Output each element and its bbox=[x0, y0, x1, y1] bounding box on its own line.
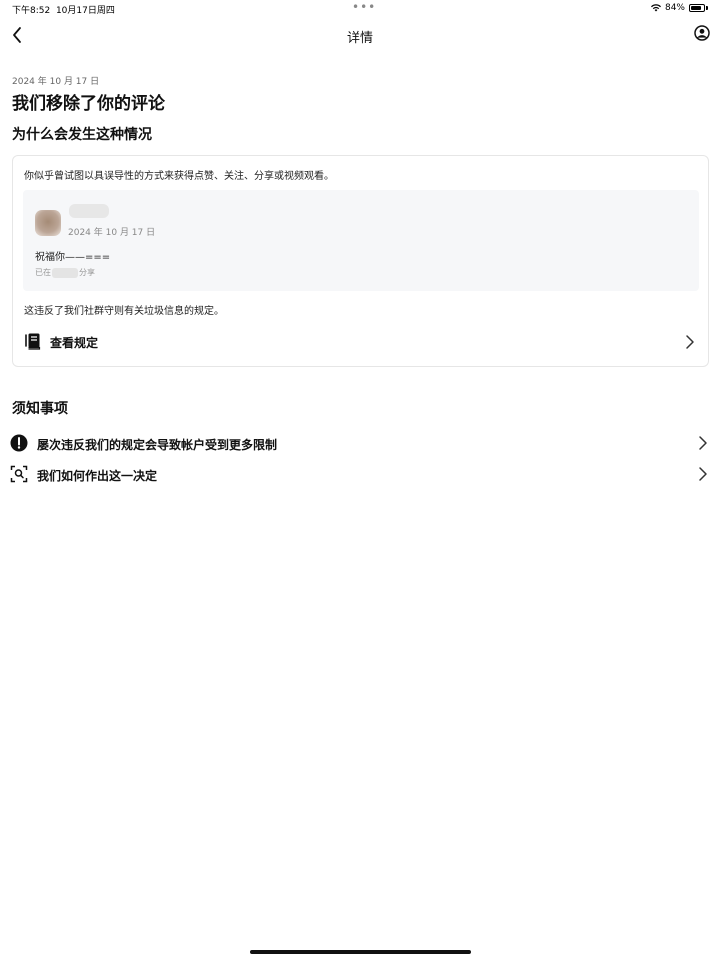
removal-date: 2024 年 10 月 17 日 bbox=[12, 77, 100, 87]
book-icon bbox=[25, 333, 41, 350]
note-item-repeat-violations[interactable]: 屡次违反我们的规定会导致帐户受到更多限制 bbox=[10, 430, 710, 456]
view-rules-link[interactable]: 查看规定 bbox=[23, 328, 699, 356]
battery-icon bbox=[689, 4, 705, 12]
shared-prefix: 已在 bbox=[35, 268, 51, 277]
avatar bbox=[35, 210, 61, 236]
navigation-bar: 详情 bbox=[0, 20, 720, 52]
notes-section-title: 须知事项 bbox=[12, 401, 68, 417]
chevron-right-icon bbox=[686, 335, 694, 349]
why-section-title: 为什么会发生这种情况 bbox=[12, 127, 152, 143]
status-clock: 下午8:52 bbox=[12, 6, 51, 16]
note-item-label: 屡次违反我们的规定会导致帐户受到更多限制 bbox=[37, 438, 278, 452]
battery-fill bbox=[691, 6, 701, 10]
chevron-right-icon bbox=[699, 436, 707, 450]
username-redacted bbox=[69, 204, 109, 218]
note-item-how-decided[interactable]: 我们如何作出这一决定 bbox=[10, 461, 710, 487]
reason-card: 你似乎曾试图以具误导性的方式来获得点赞、关注、分享或视频观看。 2024 年 1… bbox=[12, 155, 709, 367]
headline: 我们移除了你的评论 bbox=[12, 94, 165, 114]
battery-percent: 84% bbox=[664, 3, 685, 13]
page: 下午8:52 10月17日周四 ••• 84% 详情 2024 年 10 月 1… bbox=[0, 0, 720, 960]
status-date: 10月17日周四 bbox=[55, 6, 115, 16]
status-indicators: 84% bbox=[650, 3, 708, 13]
status-bar: 下午8:52 10月17日周四 ••• 84% bbox=[0, 0, 720, 20]
shared-location: 已在 分享 bbox=[35, 267, 95, 278]
reason-description: 你似乎曾试图以具误导性的方式来获得点赞、关注、分享或视频观看。 bbox=[24, 171, 334, 182]
profile-circle-icon[interactable] bbox=[694, 25, 710, 41]
note-item-label: 我们如何作出这一决定 bbox=[37, 469, 158, 483]
chevron-right-icon bbox=[699, 467, 707, 481]
scan-person-icon bbox=[10, 465, 28, 483]
wifi-icon bbox=[650, 4, 661, 12]
status-time: 下午8:52 10月17日周四 bbox=[12, 3, 115, 16]
shared-location-redacted bbox=[52, 267, 78, 278]
multitask-dots[interactable]: ••• bbox=[352, 0, 376, 14]
battery-tip bbox=[706, 6, 708, 10]
home-indicator[interactable] bbox=[250, 950, 471, 954]
removed-comment: 2024 年 10 月 17 日 祝福你——=== 已在 分享 bbox=[23, 190, 699, 291]
view-rules-label: 查看规定 bbox=[50, 336, 99, 350]
shared-suffix: 分享 bbox=[79, 268, 95, 277]
comment-text: 祝福你——=== bbox=[35, 252, 111, 263]
exclamation-circle-icon bbox=[10, 434, 28, 452]
page-title: 详情 bbox=[346, 31, 373, 46]
violation-text: 这违反了我们社群守则有关垃圾信息的规定。 bbox=[24, 306, 224, 317]
comment-date: 2024 年 10 月 17 日 bbox=[68, 228, 156, 238]
